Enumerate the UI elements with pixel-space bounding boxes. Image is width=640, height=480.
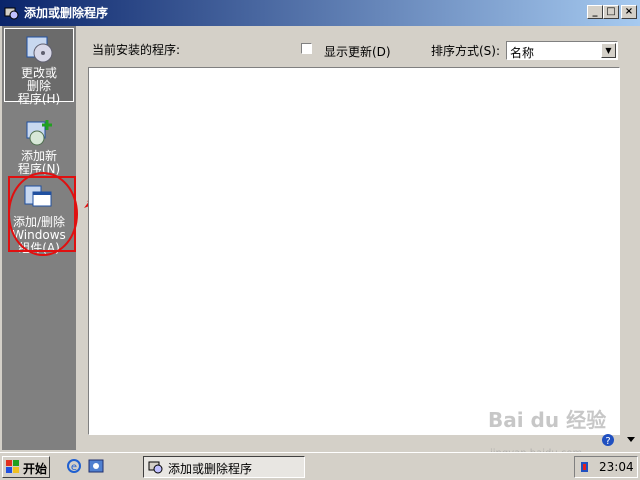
sidebar-item-line: 程序(N) <box>17 162 61 176</box>
sort-by-value: 名称 <box>510 46 535 60</box>
show-desktop-icon[interactable] <box>88 458 104 474</box>
window-title: 添加或删除程序 <box>24 6 109 20</box>
windows-logo-icon <box>6 460 19 473</box>
title-bar[interactable]: 添加或删除程序 _ □ × <box>0 0 640 26</box>
sidebar-item-windows-components[interactable]: 添加/删除 Windows 组件(A) <box>4 178 74 255</box>
scroll-down-icon[interactable] <box>623 427 639 452</box>
svg-text:e: e <box>71 462 77 473</box>
add-remove-programs-icon <box>4 7 19 20</box>
system-tray: 23:04 <box>574 456 638 478</box>
sidebar-item-change-remove[interactable]: 更改或 删除 程序(H) <box>4 28 74 106</box>
installed-programs-list[interactable] <box>88 67 620 435</box>
sidebar: 更改或 删除 程序(H) 添加新 程序(N) 添加/删除 Windows 组件(… <box>2 26 76 450</box>
add-remove-programs-icon <box>148 461 163 474</box>
add-remove-programs-window: 添加或删除程序 _ □ × 更改或 删除 程序(H) 添加新 程序(N) 添加/… <box>0 0 640 452</box>
clock[interactable]: 23:04 <box>599 460 634 474</box>
sidebar-item-add-new[interactable]: 添加新 程序(N) <box>4 114 74 176</box>
svg-text:?: ? <box>605 436 610 447</box>
sidebar-item-line: 程序(H) <box>17 92 61 106</box>
taskbar-button-add-remove-programs[interactable]: 添加或删除程序 <box>143 456 305 478</box>
taskbar: 开始 e 添加或删除程序 23:04 <box>0 452 640 480</box>
add-new-programs-icon <box>26 120 52 146</box>
show-updates-checkbox[interactable] <box>301 43 312 54</box>
minimize-button[interactable]: _ <box>587 5 603 19</box>
show-updates-label[interactable]: 显示更新(D) <box>324 43 391 60</box>
current-programs-label: 当前安装的程序: <box>92 43 181 57</box>
maximize-button[interactable]: □ <box>603 5 619 19</box>
close-button[interactable]: × <box>621 5 637 19</box>
help-icon[interactable]: ? <box>601 433 615 447</box>
windows-components-icon <box>24 185 52 207</box>
task-label: 添加或删除程序 <box>168 462 253 476</box>
start-button[interactable]: 开始 <box>2 456 50 478</box>
change-remove-programs-icon <box>26 36 53 63</box>
sort-by-select[interactable]: 名称 ▼ <box>506 41 618 60</box>
sidebar-item-line: 组件(A) <box>18 241 60 255</box>
tray-volume-icon[interactable] <box>579 460 591 474</box>
start-label: 开始 <box>23 462 48 476</box>
sort-by-label: 排序方式(S): <box>431 44 501 58</box>
chevron-down-icon[interactable]: ▼ <box>601 43 616 58</box>
internet-explorer-icon[interactable]: e <box>66 458 82 474</box>
